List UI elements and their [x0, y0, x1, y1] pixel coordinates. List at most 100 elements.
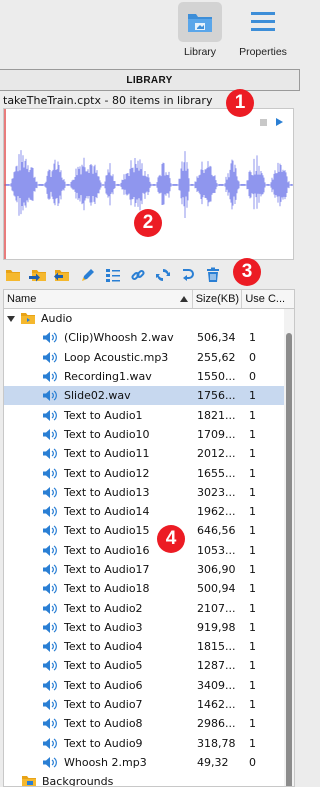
table-row[interactable]: Text to Audio7 1462... 1: [4, 695, 294, 714]
row-name-label: Text to Audio4: [64, 640, 143, 654]
properties-icon: [241, 2, 285, 42]
table-row[interactable]: Text to Audio13 3023... 1: [4, 483, 294, 502]
row-name-cell: Text to Audio13: [4, 486, 194, 499]
row-name-cell: Text to Audio10: [4, 428, 194, 441]
column-header-size[interactable]: Size(KB): [193, 290, 243, 308]
row-use-count-cell: 1: [249, 678, 256, 692]
table-row[interactable]: Text to Audio8 2986... 1: [4, 714, 294, 733]
table-row[interactable]: Text to Audio17 306,90 1: [4, 560, 294, 579]
row-size-cell: 306,90: [197, 563, 236, 576]
table-row[interactable]: Text to Audio12 1655... 1: [4, 463, 294, 482]
table-row[interactable]: Text to Audio14 1962... 1: [4, 502, 294, 521]
row-use-count-cell: 1: [249, 331, 256, 345]
table-row[interactable]: Text to Audio18 500,94 1: [4, 579, 294, 598]
speaker-icon: [42, 351, 58, 364]
table-row[interactable]: Text to Audio9 318,78 1: [4, 734, 294, 753]
row-use-count-cell: 1: [249, 640, 256, 654]
row-name-cell: Audio: [4, 312, 194, 325]
table-row[interactable]: Text to Audio15 646,56 1: [4, 521, 294, 540]
table-row[interactable]: Whoosh 2.mp3 49,32 0: [4, 753, 294, 772]
library-button[interactable]: Library: [176, 2, 224, 64]
audio-preview[interactable]: [3, 108, 294, 260]
new-folder-icon[interactable]: [3, 266, 22, 285]
row-name-cell: Text to Audio8: [4, 717, 194, 730]
row-name-cell: Recording1.wav: [4, 370, 194, 383]
import-icon[interactable]: [28, 266, 47, 285]
library-panel-header: LIBRARY: [0, 69, 300, 91]
table-row[interactable]: Text to Audio4 1815... 1: [4, 637, 294, 656]
table-row[interactable]: Text to Audio5 1287... 1: [4, 656, 294, 675]
table-row[interactable]: Text to Audio11 2012... 1: [4, 444, 294, 463]
row-name-cell: Text to Audio4: [4, 640, 194, 653]
play-icon[interactable]: [276, 118, 283, 126]
delete-icon[interactable]: [203, 266, 222, 285]
speaker-icon: [42, 370, 58, 383]
speaker-icon: [42, 486, 58, 499]
folder-row[interactable]: Audio: [4, 309, 294, 328]
update-icon[interactable]: [153, 266, 172, 285]
library-button-label: Library: [183, 46, 217, 58]
row-name-cell: Whoosh 2.mp3: [4, 756, 194, 769]
table-row[interactable]: Text to Audio3 919,98 1: [4, 618, 294, 637]
row-name-label: Text to Audio11: [64, 447, 150, 461]
row-name-label: Text to Audio1: [64, 408, 143, 422]
speaker-icon: [42, 544, 58, 557]
row-size-cell: 2012...: [197, 447, 236, 461]
row-use-count-cell: 1: [249, 389, 256, 403]
speaker-icon: [42, 389, 58, 402]
row-name-label: Text to Audio8: [64, 717, 143, 731]
open-folder-icon[interactable]: [53, 266, 72, 285]
table-row[interactable]: Text to Audio6 3409... 1: [4, 676, 294, 695]
row-use-count-cell: 1: [249, 698, 256, 712]
row-name-label: Backgrounds: [42, 775, 114, 787]
row-size-cell: 1053...: [197, 543, 236, 557]
speaker-icon: [42, 737, 58, 750]
row-name-label: Text to Audio9: [64, 736, 143, 750]
row-name-cell: Text to Audio7: [4, 698, 194, 711]
row-name-label: Slide02.wav: [64, 389, 131, 403]
row-use-count-cell: 1: [249, 447, 256, 461]
usage-icon[interactable]: [178, 266, 197, 285]
properties-list-icon[interactable]: [103, 266, 122, 285]
vertical-scrollbar[interactable]: [284, 309, 294, 786]
link-icon[interactable]: [128, 266, 147, 285]
speaker-icon: [42, 602, 58, 615]
row-use-count-cell: 1: [249, 717, 256, 731]
disclosure-triangle-icon[interactable]: [7, 315, 15, 322]
table-row[interactable]: Loop Acoustic.mp3 255,62 0: [4, 348, 294, 367]
row-size-cell: 1462...: [197, 698, 236, 712]
row-size-cell: 646,56: [197, 524, 236, 538]
row-size-cell: 2986...: [197, 717, 236, 731]
row-name-cell: Text to Audio18: [4, 582, 194, 595]
edit-icon[interactable]: [78, 266, 97, 285]
stop-icon[interactable]: [260, 119, 267, 126]
library-info: takeTheTrain.cptx - 80 items in library: [3, 94, 213, 107]
callout-badge: 3: [233, 258, 261, 286]
table-row[interactable]: Text to Audio1 1821... 1: [4, 405, 294, 424]
folder-row[interactable]: Backgrounds: [4, 772, 294, 787]
table-row[interactable]: Recording1.wav 1550... 0: [4, 367, 294, 386]
row-name-cell: Text to Audio12: [4, 467, 194, 480]
speaker-icon: [42, 467, 58, 480]
column-header-name[interactable]: Name: [4, 290, 193, 308]
table-row[interactable]: (Clip)Whoosh 2.wav 506,34 1: [4, 328, 294, 347]
row-use-count-cell: 0: [249, 370, 256, 384]
row-name-label: Loop Acoustic.mp3: [64, 350, 169, 364]
speaker-icon: [42, 524, 58, 537]
row-size-cell: 1962...: [197, 505, 236, 519]
properties-button[interactable]: Properties: [232, 2, 294, 64]
scrollbar-thumb[interactable]: [286, 333, 292, 786]
row-name-cell: Text to Audio17: [4, 563, 194, 576]
table-row[interactable]: Slide02.wav 1756... 1: [4, 386, 294, 406]
table-row[interactable]: Text to Audio10 1709... 1: [4, 425, 294, 444]
row-size-cell: 255,62: [197, 350, 236, 364]
speaker-icon: [42, 447, 58, 460]
column-header-use-count[interactable]: Use C...: [242, 290, 294, 308]
row-size-cell: 1287...: [197, 659, 236, 673]
row-name-label: Whoosh 2.mp3: [64, 755, 147, 769]
row-size-cell: 3023...: [197, 485, 236, 499]
table-row[interactable]: Text to Audio16 1053... 1: [4, 541, 294, 560]
table-row[interactable]: Text to Audio2 2107... 1: [4, 598, 294, 617]
speaker-icon: [42, 582, 58, 595]
row-use-count-cell: 1: [249, 601, 256, 615]
